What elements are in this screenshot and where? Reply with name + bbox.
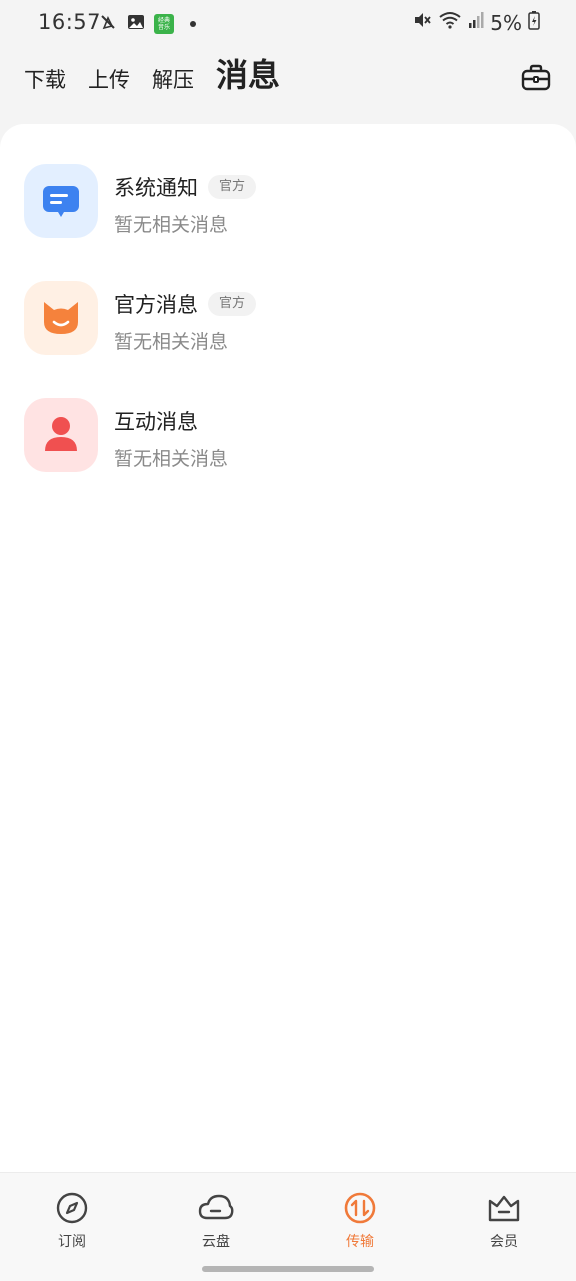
status-right: 5%	[412, 10, 540, 35]
tab-messages[interactable]: 消息	[216, 50, 280, 100]
mute-icon	[412, 10, 432, 35]
toolbox-icon	[520, 64, 552, 98]
message-subtitle: 暂无相关消息	[114, 214, 229, 236]
battery-charging-icon	[528, 10, 540, 35]
dot-icon	[190, 21, 196, 27]
crown-icon	[486, 1191, 522, 1229]
nav-subscribe[interactable]: 订阅	[22, 1191, 122, 1251]
tab-download[interactable]: 下载	[24, 64, 66, 100]
message-title: 互动消息	[114, 410, 198, 434]
top-tabs: 下载 上传 解压 消息	[24, 54, 302, 100]
official-badge: 官方	[208, 292, 257, 316]
chat-bubble-icon	[24, 164, 98, 238]
nav-member[interactable]: 会员	[454, 1191, 554, 1251]
nav-label: 会员	[490, 1234, 518, 1250]
cloud-icon	[198, 1191, 234, 1229]
signal-icon	[468, 10, 484, 35]
nav-transfer[interactable]: 传输	[310, 1191, 410, 1251]
nav-cloud[interactable]: 云盘	[166, 1191, 266, 1251]
person-icon	[24, 398, 98, 472]
battery-text: 5%	[490, 10, 522, 35]
bottom-nav: 订阅 云盘 传输 会员	[0, 1172, 576, 1281]
home-indicator[interactable]	[202, 1266, 374, 1272]
message-title: 系统通知	[114, 176, 198, 200]
nav-label: 传输	[346, 1234, 374, 1250]
message-panel: 系统通知 官方 暂无相关消息 官方消息 官方 暂无相关消息 互动消息 暂无相关消…	[0, 124, 576, 1172]
cat-face-icon	[24, 281, 98, 355]
official-badge: 官方	[208, 175, 257, 199]
status-bar: 16:57 经典 音乐 5%	[0, 0, 576, 48]
image-icon	[126, 12, 146, 36]
transfer-icon	[343, 1191, 377, 1229]
message-title: 官方消息	[114, 293, 198, 317]
tab-upload[interactable]: 上传	[88, 64, 130, 100]
wifi-icon	[438, 10, 462, 35]
toolbox-button[interactable]	[520, 62, 552, 94]
status-time: 16:57	[38, 10, 102, 34]
compass-icon	[55, 1191, 89, 1229]
tab-unzip[interactable]: 解压	[152, 64, 194, 100]
status-left-icons: 经典 音乐	[98, 12, 196, 36]
app-badge-icon: 经典 音乐	[154, 14, 174, 34]
nav-label: 云盘	[202, 1234, 230, 1250]
message-item-system[interactable]: 系统通知 官方 暂无相关消息	[0, 158, 576, 258]
message-subtitle: 暂无相关消息	[114, 331, 229, 353]
message-item-official[interactable]: 官方消息 官方 暂无相关消息	[0, 275, 576, 375]
app-badge-text: 经典 音乐	[157, 17, 170, 31]
strikethrough-hand-icon	[98, 12, 118, 36]
message-item-interaction[interactable]: 互动消息 暂无相关消息	[0, 392, 576, 492]
message-subtitle: 暂无相关消息	[114, 448, 229, 470]
nav-label: 订阅	[58, 1234, 86, 1250]
